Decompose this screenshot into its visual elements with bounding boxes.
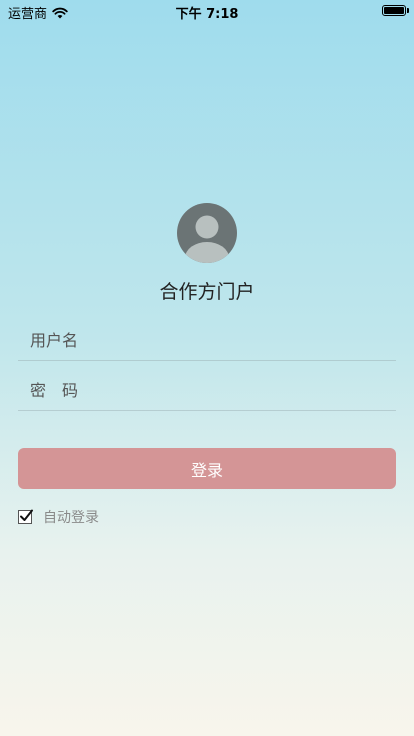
portal-title: 合作方门户 [159, 281, 255, 303]
avatar [177, 203, 237, 263]
status-time: 下午 7:18 [175, 7, 239, 22]
battery-level [384, 7, 404, 14]
auto-login-checkbox[interactable] [18, 509, 33, 524]
status-bar: 运营商 下午 7:18 [0, 0, 414, 22]
password-field[interactable] [18, 371, 396, 411]
username-field[interactable] [18, 321, 396, 361]
avatar-icon [185, 215, 229, 263]
username-input[interactable] [30, 325, 380, 355]
auto-login-row[interactable]: 自动登录 [18, 507, 99, 527]
login-button[interactable]: 登录 [18, 448, 396, 489]
password-input[interactable] [30, 375, 380, 405]
battery-icon [382, 5, 406, 16]
battery-tip [407, 8, 409, 13]
auto-login-label: 自动登录 [43, 510, 99, 526]
checkmark-icon [20, 509, 33, 521]
